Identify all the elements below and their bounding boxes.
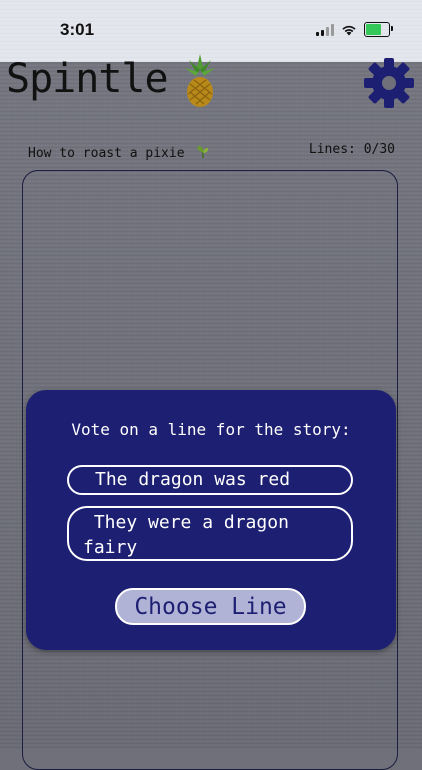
vote-panel: Vote on a line for the story: The dragon… [26, 390, 396, 650]
story-title-text: How to roast a pixie [28, 146, 185, 161]
status-time: 3:01 [60, 20, 95, 39]
battery-charging-icon [364, 22, 393, 37]
app-title: Spintle [6, 56, 169, 102]
cellular-signal-icon [316, 23, 334, 36]
pineapple-icon [185, 54, 215, 107]
plant-sprout-icon [198, 146, 209, 158]
gear-icon[interactable] [362, 56, 416, 110]
wifi-icon [342, 25, 356, 35]
vote-option-1[interactable]: The dragon was red [67, 465, 353, 495]
choose-line-button[interactable]: Choose Line [115, 588, 306, 625]
story-title: How to roast a pixie [28, 145, 210, 161]
lines-counter: Lines: 0/30 [308, 142, 395, 157]
status-icons [316, 22, 393, 37]
vote-option-2[interactable]: They were a dragon fairy [67, 506, 353, 561]
vote-prompt: Vote on a line for the story: [71, 420, 351, 439]
